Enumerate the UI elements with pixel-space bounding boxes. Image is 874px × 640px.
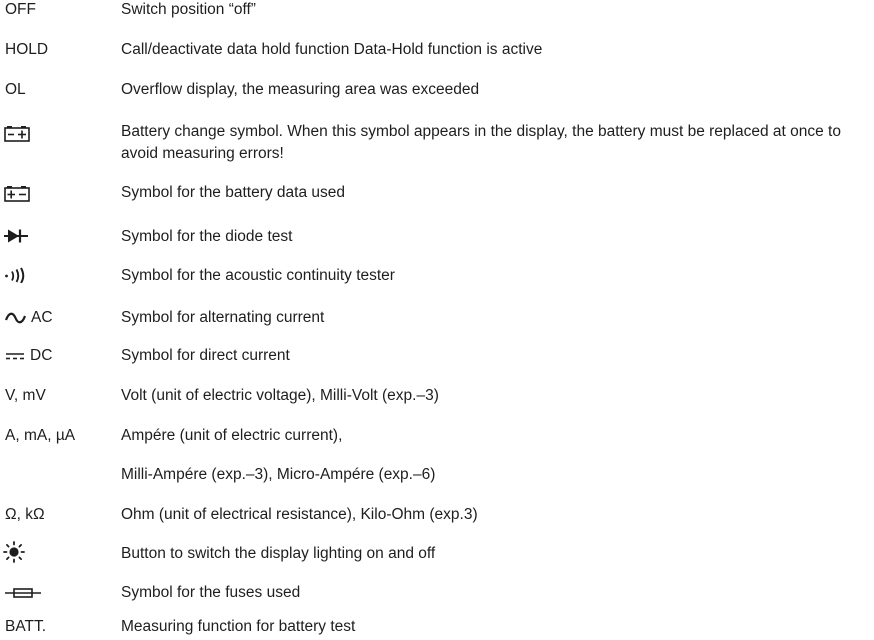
desc-display-light: Button to switch the display lighting on… <box>121 545 436 562</box>
alternating-current-icon <box>5 312 26 324</box>
term-ampere: A, mA, µA <box>5 427 76 444</box>
term-volt: V, mV <box>5 387 46 404</box>
desc-ampere: Ampére (unit of electric current), <box>121 427 343 444</box>
desc-battery-change: Battery change symbol. When this symbol … <box>121 123 841 162</box>
desc-batt: Measuring function for battery test <box>121 618 356 635</box>
desc-ampere-continued: Milli-Ampére (exp.–3), Micro-Ampére (exp… <box>121 466 436 483</box>
direct-current-icon <box>5 351 25 361</box>
battery-data-icon <box>4 185 32 203</box>
desc-ohm: Ohm (unit of electrical resistance), Kil… <box>121 506 478 523</box>
display-light-icon <box>3 541 25 563</box>
diode-icon <box>4 228 30 244</box>
desc-ol: Overflow display, the measuring area was… <box>121 81 480 98</box>
desc-dc: Symbol for direct current <box>121 347 290 364</box>
term-dc: DC <box>30 347 53 364</box>
desc-fuse: Symbol for the fuses used <box>121 584 301 601</box>
desc-off: Switch position “off” <box>121 1 256 18</box>
term-off: OFF <box>5 1 36 18</box>
desc-hold: Call/deactivate data hold function Data-… <box>121 41 543 58</box>
term-hold: HOLD <box>5 41 49 58</box>
term-ol: OL <box>5 81 26 98</box>
continuity-tester-icon <box>4 267 30 283</box>
desc-volt: Volt (unit of electric voltage), Milli-V… <box>121 387 439 404</box>
fuse-icon <box>5 587 41 599</box>
desc-diode: Symbol for the diode test <box>121 228 293 245</box>
desc-battery-data: Symbol for the battery data used <box>121 184 346 201</box>
term-batt: BATT. <box>5 618 47 635</box>
term-ohm: Ω, kΩ <box>5 506 45 523</box>
term-ac: AC <box>31 309 53 326</box>
desc-ac: Symbol for alternating current <box>121 309 325 326</box>
desc-continuity: Symbol for the acoustic continuity teste… <box>121 267 395 284</box>
battery-change-icon <box>4 125 32 143</box>
